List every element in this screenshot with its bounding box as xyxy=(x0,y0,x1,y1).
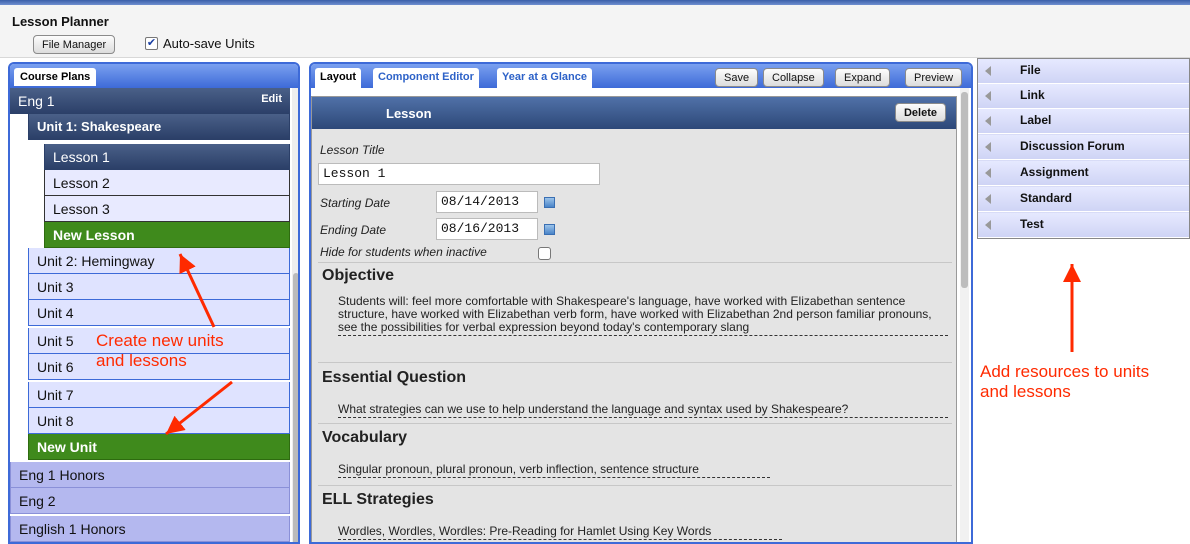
resource-label: Discussion Forum xyxy=(1020,139,1125,153)
section-body-vocabulary[interactable]: Singular pronoun, plural pronoun, verb i… xyxy=(338,463,770,478)
lesson-item[interactable]: Lesson 2 xyxy=(44,170,290,196)
annotation-add-resources: Add resources to units and lessons xyxy=(980,362,1150,401)
tab-year-at-a-glance[interactable]: Year at a Glance xyxy=(497,68,592,88)
autosave-checkbox[interactable]: ✔ xyxy=(145,37,158,50)
edit-course-button[interactable]: Edit xyxy=(261,93,282,105)
resource-label: Standard xyxy=(1020,191,1073,205)
new-lesson-button[interactable]: New Lesson xyxy=(44,222,290,248)
lesson-title-input[interactable]: Lesson 1 xyxy=(318,163,600,185)
resource-label-item[interactable]: Label xyxy=(978,109,1189,134)
section-body-objective[interactable]: Students will: feel more comfortable wit… xyxy=(338,295,948,336)
course-plans-panel: Course Plans Eng 1 Edit Unit 1: Shakespe… xyxy=(8,62,300,544)
resource-link[interactable]: Link xyxy=(978,84,1189,109)
resource-label: Assignment xyxy=(1020,165,1089,179)
section-title-objective: Objective xyxy=(322,267,395,284)
section-divider xyxy=(318,485,952,486)
section-title-essential-question: Essential Question xyxy=(322,369,467,386)
new-unit-button[interactable]: New Unit xyxy=(28,434,290,460)
resource-label: Label xyxy=(1020,113,1052,127)
app-title: Lesson Planner xyxy=(12,14,109,29)
resource-file[interactable]: File xyxy=(978,59,1189,84)
lesson-component: Lesson Delete Lesson Title Lesson 1 Star… xyxy=(311,96,957,542)
unit-item[interactable]: Unit 4 xyxy=(28,300,290,326)
hide-inactive-label: Hide for students when inactive xyxy=(320,245,487,259)
end-date-input[interactable]: 08/16/2013 xyxy=(436,218,538,240)
section-divider xyxy=(318,362,952,363)
section-divider xyxy=(318,262,952,263)
resource-label: Link xyxy=(1020,88,1045,102)
resource-standard[interactable]: Standard xyxy=(978,187,1189,212)
left-scrollbar-thumb[interactable] xyxy=(293,273,298,542)
section-body-ell-strategies[interactable]: Wordles, Wordles, Wordles: Pre-Reading f… xyxy=(338,525,782,540)
hide-inactive-checkbox[interactable] xyxy=(538,247,551,260)
preview-button[interactable]: Preview xyxy=(905,68,963,87)
delete-button[interactable]: Delete xyxy=(894,103,946,122)
lesson-editor-panel: Layout Component Editor Year at a Glance… xyxy=(309,62,973,544)
tab-component-editor[interactable]: Component Editor xyxy=(373,68,479,88)
expand-button[interactable]: Expand xyxy=(835,68,891,87)
resource-label: Test xyxy=(1020,217,1044,231)
autosave-toggle[interactable]: ✔ Auto-save Units xyxy=(145,36,255,51)
end-date-label: Ending Date xyxy=(320,223,387,237)
course-item[interactable]: Eng 2 xyxy=(10,488,290,514)
resource-assignment[interactable]: Assignment xyxy=(978,161,1189,186)
resources-panel: File Link Label Discussion Forum Assignm… xyxy=(977,58,1190,239)
lesson-title-label: Lesson Title xyxy=(320,143,385,157)
lesson-header-title: Lesson xyxy=(386,106,432,121)
start-date-input[interactable]: 08/14/2013 xyxy=(436,191,538,213)
unit-item[interactable]: Unit 3 xyxy=(28,274,290,300)
left-scrollbar[interactable] xyxy=(292,88,298,542)
editor-scrollbar[interactable] xyxy=(960,88,969,542)
lesson-header: Lesson Delete xyxy=(312,97,956,129)
lesson-item[interactable]: Lesson 3 xyxy=(44,196,290,222)
course-eng1[interactable]: Eng 1 Edit xyxy=(10,88,290,114)
file-manager-button[interactable]: File Manager xyxy=(33,35,116,54)
unit-shakespeare[interactable]: Unit 1: Shakespeare xyxy=(28,114,290,140)
course-item[interactable]: Eng 1 Honors xyxy=(10,462,290,488)
unit-item[interactable]: Unit 2: Hemingway xyxy=(28,248,290,274)
tab-layout[interactable]: Layout xyxy=(315,68,362,88)
resource-test[interactable]: Test xyxy=(978,213,1189,238)
autosave-label: Auto-save Units xyxy=(163,36,255,51)
section-title-ell-strategies: ELL Strategies xyxy=(322,491,434,508)
collapse-arrow-icon xyxy=(985,91,991,101)
collapse-arrow-icon xyxy=(985,220,991,230)
calendar-icon[interactable] xyxy=(544,224,555,235)
lesson-item[interactable]: Lesson 1 xyxy=(44,144,290,170)
top-accent-line xyxy=(0,0,1190,5)
course-eng1-label: Eng 1 xyxy=(18,93,55,109)
unit-item[interactable]: Unit 8 xyxy=(28,408,290,434)
save-button[interactable]: Save xyxy=(715,68,759,87)
collapse-arrow-icon xyxy=(985,142,991,152)
resource-label: File xyxy=(1020,63,1041,77)
collapse-button[interactable]: Collapse xyxy=(763,68,824,87)
section-body-essential-question[interactable]: What strategies can we use to help under… xyxy=(338,403,948,418)
start-date-label: Starting Date xyxy=(320,196,391,210)
collapse-arrow-icon xyxy=(985,116,991,126)
editor-scrollbar-thumb[interactable] xyxy=(961,92,968,288)
resource-discussion-forum[interactable]: Discussion Forum xyxy=(978,135,1189,160)
section-divider xyxy=(318,423,952,424)
collapse-arrow-icon xyxy=(985,168,991,178)
calendar-icon[interactable] xyxy=(544,197,555,208)
tab-course-plans[interactable]: Course Plans xyxy=(14,68,97,86)
top-toolbar: Lesson Planner File Manager ✔ Auto-save … xyxy=(0,0,1190,58)
section-title-vocabulary: Vocabulary xyxy=(322,429,408,446)
unit-item[interactable]: Unit 7 xyxy=(28,382,290,408)
collapse-arrow-icon xyxy=(985,66,991,76)
collapse-arrow-icon xyxy=(985,194,991,204)
course-item[interactable]: English 1 Honors xyxy=(10,516,290,542)
annotation-create-units: Create new units and lessons xyxy=(96,331,224,370)
